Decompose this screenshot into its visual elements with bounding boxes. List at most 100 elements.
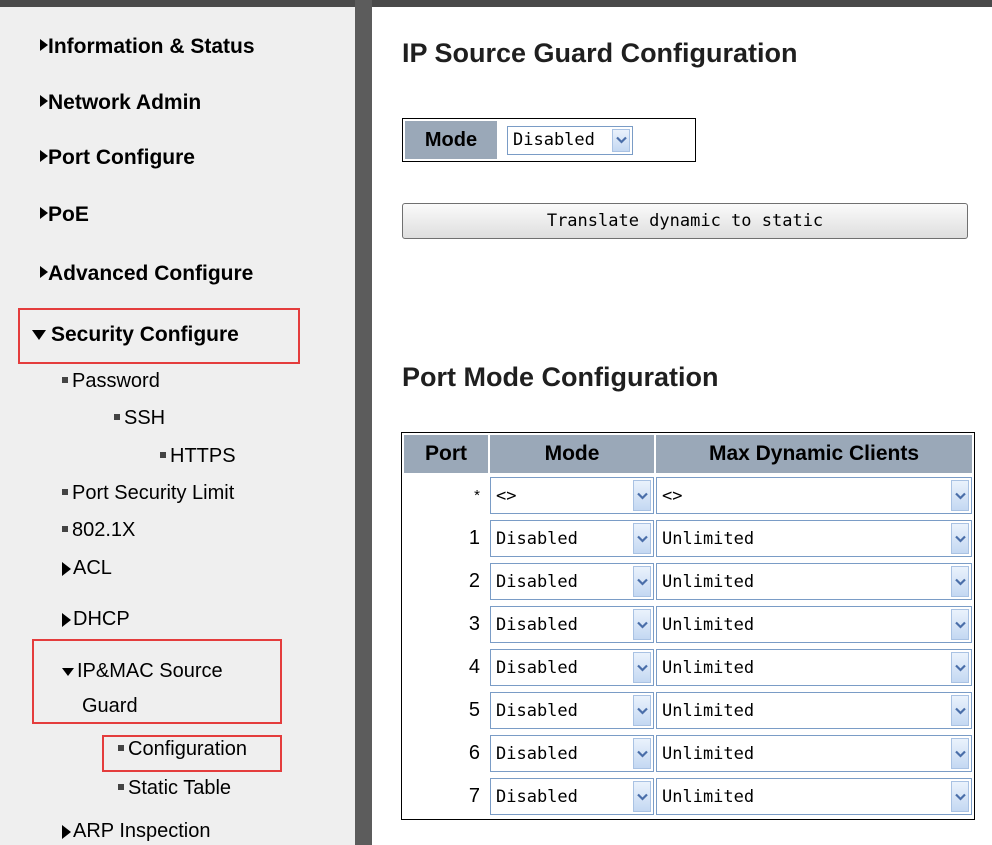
table-row: 2 Disabled Unlimited — [404, 561, 972, 602]
max-dynamic-clients-select[interactable]: Unlimited — [656, 735, 972, 772]
nav-item-https[interactable]: HTTPS — [160, 445, 236, 468]
collapsed-triangle-icon — [62, 613, 71, 627]
mode-cell: Disabled — [490, 518, 654, 559]
chevron-down-icon[interactable] — [951, 781, 969, 812]
nav-item-port-security-limit[interactable]: Port Security Limit — [62, 482, 234, 505]
max-dynamic-clients-select[interactable]: <> — [656, 477, 972, 514]
port-mode-value: Disabled — [496, 743, 578, 764]
nav-item-network-admin[interactable]: Network Admin — [40, 91, 201, 115]
nav-item-arp-inspection[interactable]: ARP Inspection — [62, 820, 211, 843]
max-dynamic-clients-value: Unlimited — [662, 743, 755, 764]
max-dynamic-clients-value: Unlimited — [662, 657, 755, 678]
chevron-down-icon[interactable] — [633, 480, 651, 511]
square-bullet-icon — [118, 784, 124, 791]
max-dynamic-clients-value: Unlimited — [662, 700, 755, 721]
chevron-down-icon[interactable] — [951, 652, 969, 683]
collapsed-triangle-icon — [62, 825, 71, 839]
nav-label: Password — [72, 370, 160, 392]
port-number: 1 — [468, 527, 480, 549]
nav-item-password[interactable]: Password — [62, 370, 160, 393]
chevron-down-icon[interactable] — [951, 523, 969, 554]
top-rule — [0, 0, 992, 7]
nav-item-acl[interactable]: ACL — [62, 557, 112, 580]
translate-dynamic-to-static-button[interactable]: Translate dynamic to static — [402, 203, 968, 239]
mode-select-value: Disabled — [513, 130, 595, 150]
nav-label: Configuration — [128, 738, 247, 760]
mode-cell: Disabled — [490, 604, 654, 645]
collapsed-triangle-icon — [40, 207, 48, 219]
max-dynamic-clients-value: Unlimited — [662, 614, 755, 635]
port-mode-value: Disabled — [496, 657, 578, 678]
mode-cell: Disabled — [490, 561, 654, 602]
port-mode-select[interactable]: Disabled — [490, 778, 654, 815]
table-row: 7 Disabled Unlimited — [404, 776, 972, 817]
chevron-down-icon[interactable] — [633, 652, 651, 683]
chevron-down-icon[interactable] — [951, 566, 969, 597]
nav-label: Advanced Configure — [48, 262, 254, 285]
port-mode-select[interactable]: Disabled — [490, 520, 654, 557]
nav-item-ip-mac-source-guard[interactable]: IP&MAC Source — [62, 660, 223, 683]
nav-item-dhcp[interactable]: DHCP — [62, 608, 130, 631]
port-mode-select[interactable]: Disabled — [490, 692, 654, 729]
nav-item-advanced-configure[interactable]: Advanced Configure — [40, 262, 253, 286]
mode-select[interactable]: Disabled — [507, 125, 633, 155]
port-mode-select[interactable]: Disabled — [490, 735, 654, 772]
max-dynamic-clients-select[interactable]: Unlimited — [656, 606, 972, 643]
port-mode-select[interactable]: Disabled — [490, 649, 654, 686]
chevron-down-icon[interactable] — [633, 781, 651, 812]
mode-config-table: Mode Disabled — [402, 118, 696, 162]
max-cell: Unlimited — [656, 733, 972, 774]
mode-cell: <> — [490, 475, 654, 516]
nav-item-security-configure[interactable]: Security Configure — [32, 323, 239, 347]
nav-item-802-1x[interactable]: 802.1X — [62, 519, 135, 542]
chevron-down-icon[interactable] — [633, 566, 651, 597]
max-dynamic-clients-select[interactable]: Unlimited — [656, 778, 972, 815]
port-number: 7 — [468, 785, 480, 807]
nav-label: PoE — [48, 203, 89, 226]
sidebar-divider[interactable] — [355, 0, 372, 845]
port-mode-select[interactable]: <> — [490, 477, 654, 514]
nav-item-information-status[interactable]: Information & Status — [40, 35, 255, 59]
nav-label: Security Configure — [51, 323, 239, 346]
nav-item-static-table[interactable]: Static Table — [118, 777, 231, 800]
port-mode-title: Port Mode Configuration — [402, 362, 719, 392]
max-dynamic-clients-value: Unlimited — [662, 528, 755, 549]
chevron-down-icon[interactable] — [633, 609, 651, 640]
collapsed-triangle-icon — [40, 266, 48, 278]
nav-item-ssh[interactable]: SSH — [114, 407, 165, 430]
max-dynamic-clients-select[interactable]: Unlimited — [656, 692, 972, 729]
chevron-down-icon[interactable] — [951, 738, 969, 769]
nav-label: Port Security Limit — [72, 482, 235, 504]
max-cell: <> — [656, 475, 972, 516]
nav-label: 802.1X — [72, 519, 136, 541]
nav-label: Network Admin — [48, 91, 202, 114]
port-number: 5 — [468, 699, 480, 721]
collapsed-triangle-icon — [62, 562, 71, 576]
collapsed-triangle-icon — [40, 150, 48, 162]
collapsed-triangle-icon — [40, 39, 48, 51]
chevron-down-icon[interactable] — [633, 523, 651, 554]
port-mode-select[interactable]: Disabled — [490, 606, 654, 643]
chevron-down-icon[interactable] — [951, 480, 969, 511]
max-dynamic-clients-select[interactable]: Unlimited — [656, 520, 972, 557]
port-mode-value: Disabled — [496, 571, 578, 592]
max-cell: Unlimited — [656, 561, 972, 602]
nav-item-port-configure[interactable]: Port Configure — [40, 146, 195, 170]
nav-item-configuration[interactable]: Configuration — [118, 738, 247, 761]
chevron-down-icon[interactable] — [612, 128, 630, 152]
max-cell: Unlimited — [656, 647, 972, 688]
chevron-down-icon[interactable] — [633, 738, 651, 769]
port-mode-select[interactable]: Disabled — [490, 563, 654, 600]
nav-label-guard: Guard — [82, 695, 138, 717]
chevron-down-icon[interactable] — [633, 695, 651, 726]
nav-item-poe[interactable]: PoE — [40, 203, 89, 227]
expanded-triangle-icon — [62, 668, 74, 676]
max-dynamic-clients-select[interactable]: Unlimited — [656, 649, 972, 686]
expanded-triangle-icon — [32, 330, 46, 340]
nav-label: HTTPS — [170, 445, 236, 467]
column-header-mode: Mode — [490, 435, 654, 473]
chevron-down-icon[interactable] — [951, 695, 969, 726]
chevron-down-icon[interactable] — [951, 609, 969, 640]
nav-label: Static Table — [128, 777, 232, 799]
max-dynamic-clients-select[interactable]: Unlimited — [656, 563, 972, 600]
